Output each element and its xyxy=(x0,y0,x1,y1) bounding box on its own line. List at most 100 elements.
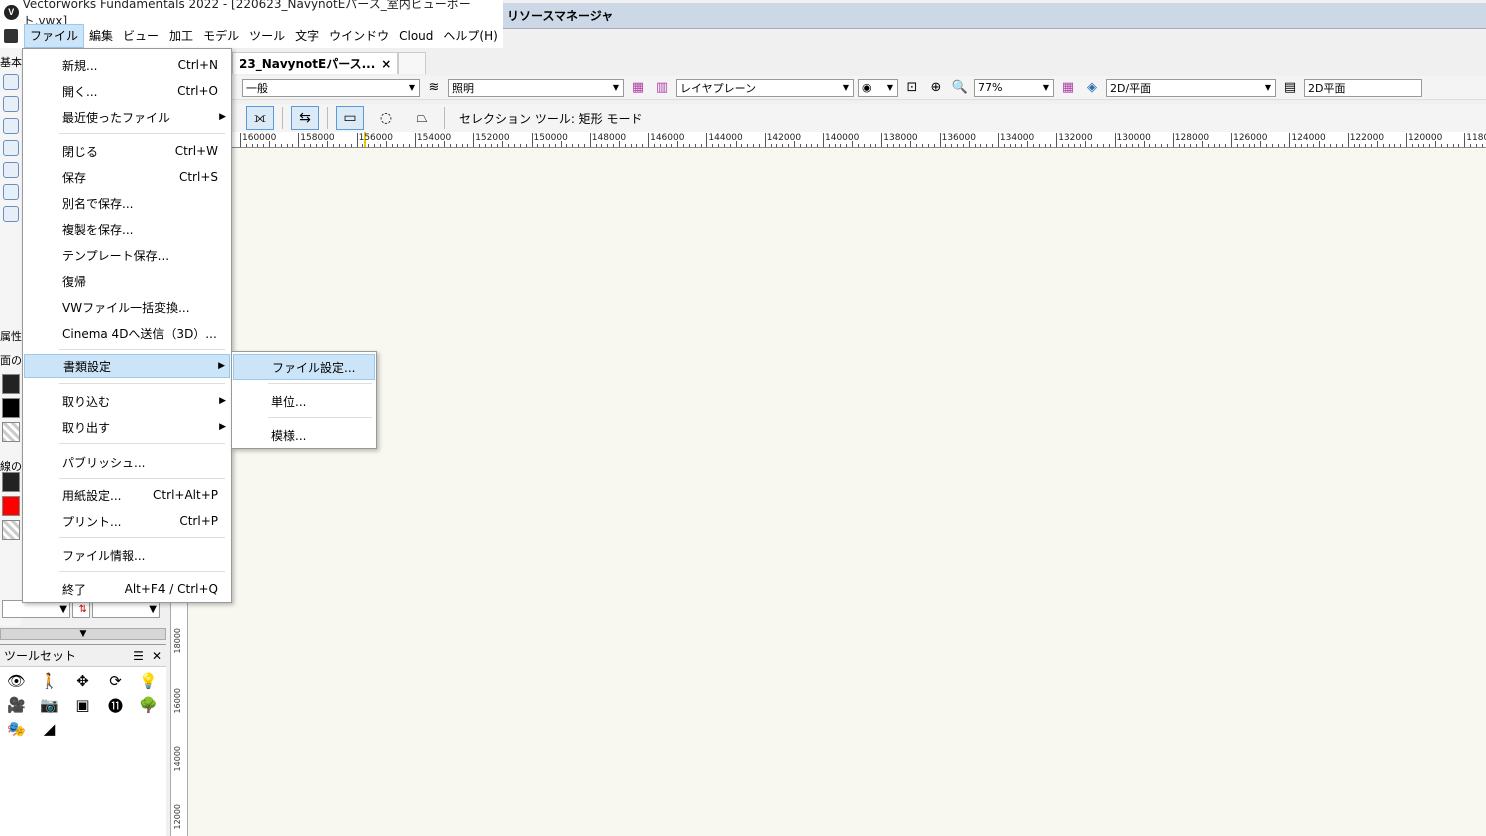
toolset-close-icon[interactable]: ✕ xyxy=(152,649,162,663)
collapse-palette-button[interactable]: ▼ xyxy=(0,628,166,640)
menu-revert[interactable]: 復帰 xyxy=(24,269,230,293)
ruler-tick xyxy=(1178,144,1180,147)
pen-fore-swatch[interactable] xyxy=(2,496,20,516)
polygon-mode-icon[interactable]: ⏢ xyxy=(408,106,436,130)
class-options-icon[interactable]: ▦ xyxy=(628,78,648,98)
ruler-tick xyxy=(385,141,387,147)
view-select[interactable]: 2D/平面 ▼ xyxy=(1106,78,1276,97)
resource-manager-titlebar[interactable]: リソースマネージャ xyxy=(503,3,1486,29)
menu-export[interactable]: 取り出す ▶ xyxy=(24,415,230,439)
layer-select[interactable]: 照明 ▼ xyxy=(448,78,624,97)
zoom-objects-icon[interactable]: ⊕ xyxy=(926,78,946,98)
menu-batch-convert[interactable]: VWファイル一括変換... xyxy=(24,295,230,319)
spiral-tool-icon[interactable] xyxy=(3,162,19,178)
flyover-tool-icon[interactable]: 👁 xyxy=(6,671,28,691)
menu-file-settings[interactable]: ファイル設定... xyxy=(233,354,375,380)
translate-view-tool-icon[interactable]: ✥ xyxy=(72,671,94,691)
render-select[interactable]: 2D平面 xyxy=(1304,78,1422,97)
menu-save[interactable]: 保存 Ctrl+S xyxy=(24,165,230,189)
basic-palette-label: 基本 xyxy=(0,56,22,69)
zoom-fit-icon[interactable]: ⊡ xyxy=(902,78,922,98)
menu-units[interactable]: 単位... xyxy=(233,388,375,414)
zoom-icon[interactable]: 🔍 xyxy=(950,78,970,98)
pen-opacity-swatch[interactable] xyxy=(2,520,20,540)
rectangle-tool-icon[interactable] xyxy=(3,118,19,134)
freehand-tool-icon[interactable] xyxy=(3,140,19,156)
text-tool-icon[interactable] xyxy=(3,96,19,112)
plant-tool-icon[interactable]: 🌳 xyxy=(138,695,160,715)
ruler-tick xyxy=(554,144,556,147)
menu-close[interactable]: 閉じる Ctrl+W xyxy=(24,139,230,163)
mirror-tool-icon[interactable] xyxy=(3,184,19,200)
iso-view-icon[interactable]: ◈ xyxy=(1082,78,1102,98)
close-tab-icon[interactable]: × xyxy=(381,57,391,71)
fill-color-swatch[interactable] xyxy=(2,374,20,394)
horizontal-ruler[interactable]: 160000 158000 156000 154000 152000 150000 1480… xyxy=(232,132,1486,148)
lasso-mode-icon[interactable]: ◌ xyxy=(372,106,400,130)
toolset-menu-icon[interactable]: ☰ xyxy=(133,649,144,663)
rectangle-mode-icon[interactable]: ▭ xyxy=(336,106,364,130)
menu-view[interactable]: ビュー xyxy=(118,24,164,48)
class-select[interactable]: 一般 ▼ xyxy=(242,78,420,97)
menu-document-settings[interactable]: 書類設定 ▶ xyxy=(24,354,230,378)
menu-text[interactable]: 文字 xyxy=(290,24,324,48)
menu-window[interactable]: ウインドウ xyxy=(324,24,394,48)
drawing-canvas[interactable] xyxy=(188,148,1486,836)
menu-edit[interactable]: 編集 xyxy=(84,24,118,48)
menu-open[interactable]: 開く... Ctrl+O xyxy=(24,79,230,103)
menu-recent-files[interactable]: 最近使ったファイル ▶ xyxy=(24,105,230,129)
layer-options-icon[interactable]: ▥ xyxy=(652,78,672,98)
zoom-select[interactable]: 77% ▼ xyxy=(974,78,1054,97)
menu-save-as[interactable]: 別名で保存... xyxy=(24,191,230,215)
fill-opacity-swatch[interactable] xyxy=(2,422,20,442)
menu-save-copy[interactable]: 複製を保存... xyxy=(24,217,230,241)
light-tool-icon[interactable]: 💡 xyxy=(138,671,160,691)
pen-label: 線の xyxy=(0,460,22,473)
fill-fore-swatch[interactable] xyxy=(2,398,20,418)
ruler-tick xyxy=(1207,144,1209,147)
ruler-tick xyxy=(263,144,265,147)
menu-file[interactable]: ファイル xyxy=(24,24,85,48)
selection-tool-icon[interactable] xyxy=(3,74,19,90)
menu-save-template[interactable]: テンプレート保存... xyxy=(24,243,230,267)
menu-tools[interactable]: ツール xyxy=(244,24,290,48)
walkthrough-tool-icon[interactable]: 🚶 xyxy=(39,671,61,691)
shadow-tool-icon[interactable]: ◢ xyxy=(39,719,61,739)
menu-publish[interactable]: パブリッシュ... xyxy=(24,450,230,474)
menu-model[interactable]: モデル xyxy=(198,24,244,48)
mode-transform-icon[interactable]: ⟗ xyxy=(246,106,274,130)
render-mode-select[interactable]: ◉ ▼ xyxy=(858,78,898,97)
menu-print[interactable]: プリント... Ctrl+P xyxy=(24,509,230,533)
document-icon[interactable] xyxy=(4,29,18,43)
mask-tool-icon[interactable]: 🎭 xyxy=(6,719,28,739)
pen-color-swatch[interactable] xyxy=(2,472,20,492)
menu-help[interactable]: ヘルプ(H) xyxy=(438,24,502,48)
renderworks-camera-tool-icon[interactable]: 🎥 xyxy=(6,695,28,715)
ruler-tick xyxy=(1021,144,1023,147)
document-tab[interactable]: 23_NavynotEパース... × xyxy=(232,52,399,74)
menu-import[interactable]: 取り込む ▶ xyxy=(24,389,230,413)
menu-cloud[interactable]: Cloud xyxy=(394,24,438,48)
clip-cube-tool-icon[interactable]: ⓫ xyxy=(105,695,127,715)
texture-map-tool-icon[interactable]: ▣ xyxy=(72,695,94,715)
ruler-label: 148000 xyxy=(591,133,627,143)
layers-icon[interactable]: ≋ xyxy=(424,78,444,98)
menu-patterns[interactable]: 模様... xyxy=(233,422,375,448)
menu-new[interactable]: 新規... Ctrl+N xyxy=(24,53,230,77)
menu-page-setup[interactable]: 用紙設定... Ctrl+Alt+P xyxy=(24,483,230,507)
mode-group-icon[interactable]: ⇆ xyxy=(291,106,319,130)
camera-tool-icon[interactable]: 📷 xyxy=(39,695,61,715)
menu-file-info[interactable]: ファイル情報... xyxy=(24,543,230,567)
ruler-tick xyxy=(589,133,591,147)
menu-modify[interactable]: 加工 xyxy=(164,24,198,48)
arc-tool-icon[interactable] xyxy=(3,206,19,222)
menu-send-cinema4d[interactable]: Cinema 4Dへ送信（3D）... xyxy=(24,321,230,345)
ruler-tick xyxy=(1266,144,1268,147)
new-tab-button[interactable] xyxy=(398,52,427,74)
rotate-view-tool-icon[interactable]: ⟳ xyxy=(105,671,127,691)
plane-select[interactable]: レイヤプレーン ▼ xyxy=(676,78,854,97)
standard-views-icon[interactable]: ▦ xyxy=(1058,78,1078,98)
render-icon[interactable]: ▤ xyxy=(1280,78,1300,98)
ruler-tick xyxy=(723,144,725,147)
menu-quit[interactable]: 終了 Alt+F4 / Ctrl+Q xyxy=(24,577,230,601)
